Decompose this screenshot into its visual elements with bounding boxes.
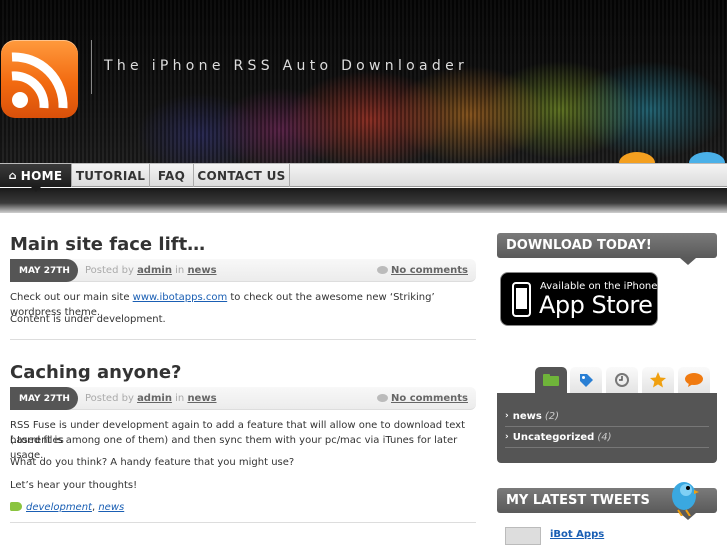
avatar[interactable] (505, 527, 541, 545)
chevron-right-icon: › (505, 411, 509, 421)
comments-label: No comments (391, 393, 468, 404)
site-header: The iPhone RSS Auto Downloader (0, 0, 727, 163)
post-title[interactable]: Main site face lift… (10, 234, 205, 255)
nav-home[interactable]: ⌂ HOME (0, 164, 72, 187)
category-count: (4) (597, 431, 612, 443)
comments-link[interactable]: No comments (377, 393, 468, 404)
rss-icon[interactable] (1, 40, 78, 118)
tab-recent[interactable] (606, 367, 638, 393)
tab-tags[interactable] (570, 367, 602, 393)
social-bubbles-icon (619, 152, 725, 163)
header-band (0, 188, 727, 213)
author-link[interactable]: admin (137, 265, 172, 276)
tag-link[interactable]: news (98, 502, 124, 513)
tag-icon (580, 374, 593, 387)
post-divider (10, 339, 476, 340)
nav-active-pointer (31, 187, 41, 192)
download-heading: DOWNLOAD TODAY! (497, 233, 717, 258)
clock-icon (615, 373, 629, 387)
main-nav: ⌂ HOME TUTORIAL FAQ CONTACT US (0, 163, 727, 187)
home-icon: ⌂ (8, 169, 17, 182)
twitter-bird-icon (672, 482, 699, 516)
nav-home-label: HOME (20, 168, 63, 183)
tag-icon (10, 502, 22, 511)
category-count: (2) (544, 410, 559, 422)
nav-contact-us[interactable]: CONTACT US (194, 164, 290, 187)
category-item-uncategorized[interactable]: › Uncategorized (4) (505, 427, 709, 448)
posted-by-label: Posted by (85, 393, 134, 404)
category-name: Uncategorized (512, 431, 595, 443)
heading-notch (680, 258, 696, 265)
tag-link[interactable]: development (26, 502, 92, 513)
appstore-big-text: App Store (539, 291, 653, 319)
category-name: news (512, 410, 542, 422)
tab-popular[interactable] (642, 367, 674, 393)
sidebar-tabs (535, 367, 717, 393)
post-meta: MAY 27TH Posted by admin in news No comm… (10, 259, 476, 282)
post-paragraph: Let’s hear your thoughts! (10, 480, 138, 491)
comment-icon (685, 373, 703, 387)
tab-comments[interactable] (678, 367, 710, 393)
author-link[interactable]: admin (137, 393, 172, 404)
post-byline: Posted by admin in news (85, 393, 217, 404)
star-icon (650, 372, 666, 388)
post-paragraph: Content is under development. (10, 314, 166, 325)
folder-icon (543, 374, 559, 386)
post-date: MAY 27TH (10, 259, 78, 282)
post-paragraph: What do you think? A handy feature that … (10, 457, 295, 468)
paragraph-text: Check out our main site (10, 292, 133, 303)
category-item-news[interactable]: › news (2) (505, 406, 709, 427)
post-title[interactable]: Caching anyone? (10, 362, 182, 383)
main-site-link[interactable]: www.ibotapps.com (133, 292, 228, 303)
nav-faq[interactable]: FAQ (150, 164, 194, 187)
post-tags: development, news (10, 502, 124, 513)
categories-box: › news (2) › Uncategorized (4) (497, 393, 717, 463)
comments-label: No comments (391, 265, 468, 276)
tab-categories[interactable] (535, 367, 567, 393)
comment-icon (377, 394, 388, 402)
category-link[interactable]: news (187, 265, 216, 276)
post-divider (10, 522, 476, 523)
tag-separator: , (91, 502, 96, 513)
post-byline: Posted by admin in news (85, 265, 217, 276)
comments-link[interactable]: No comments (377, 265, 468, 276)
in-label: in (175, 265, 185, 276)
iphone-icon (512, 282, 531, 317)
comment-icon (377, 266, 388, 274)
tweet-author-link[interactable]: iBot Apps (550, 529, 604, 540)
in-label: in (175, 393, 185, 404)
post-date: MAY 27TH (10, 387, 78, 410)
chevron-right-icon: › (505, 432, 509, 442)
header-divider (91, 40, 92, 94)
nav-tutorial[interactable]: TUTORIAL (72, 164, 150, 187)
category-link[interactable]: news (187, 393, 216, 404)
app-store-badge[interactable]: Available on the iPhone App Store (500, 272, 658, 326)
site-title: The iPhone RSS Auto Downloader (104, 58, 469, 74)
post-meta: MAY 27TH Posted by admin in news No comm… (10, 387, 476, 410)
posted-by-label: Posted by (85, 265, 134, 276)
